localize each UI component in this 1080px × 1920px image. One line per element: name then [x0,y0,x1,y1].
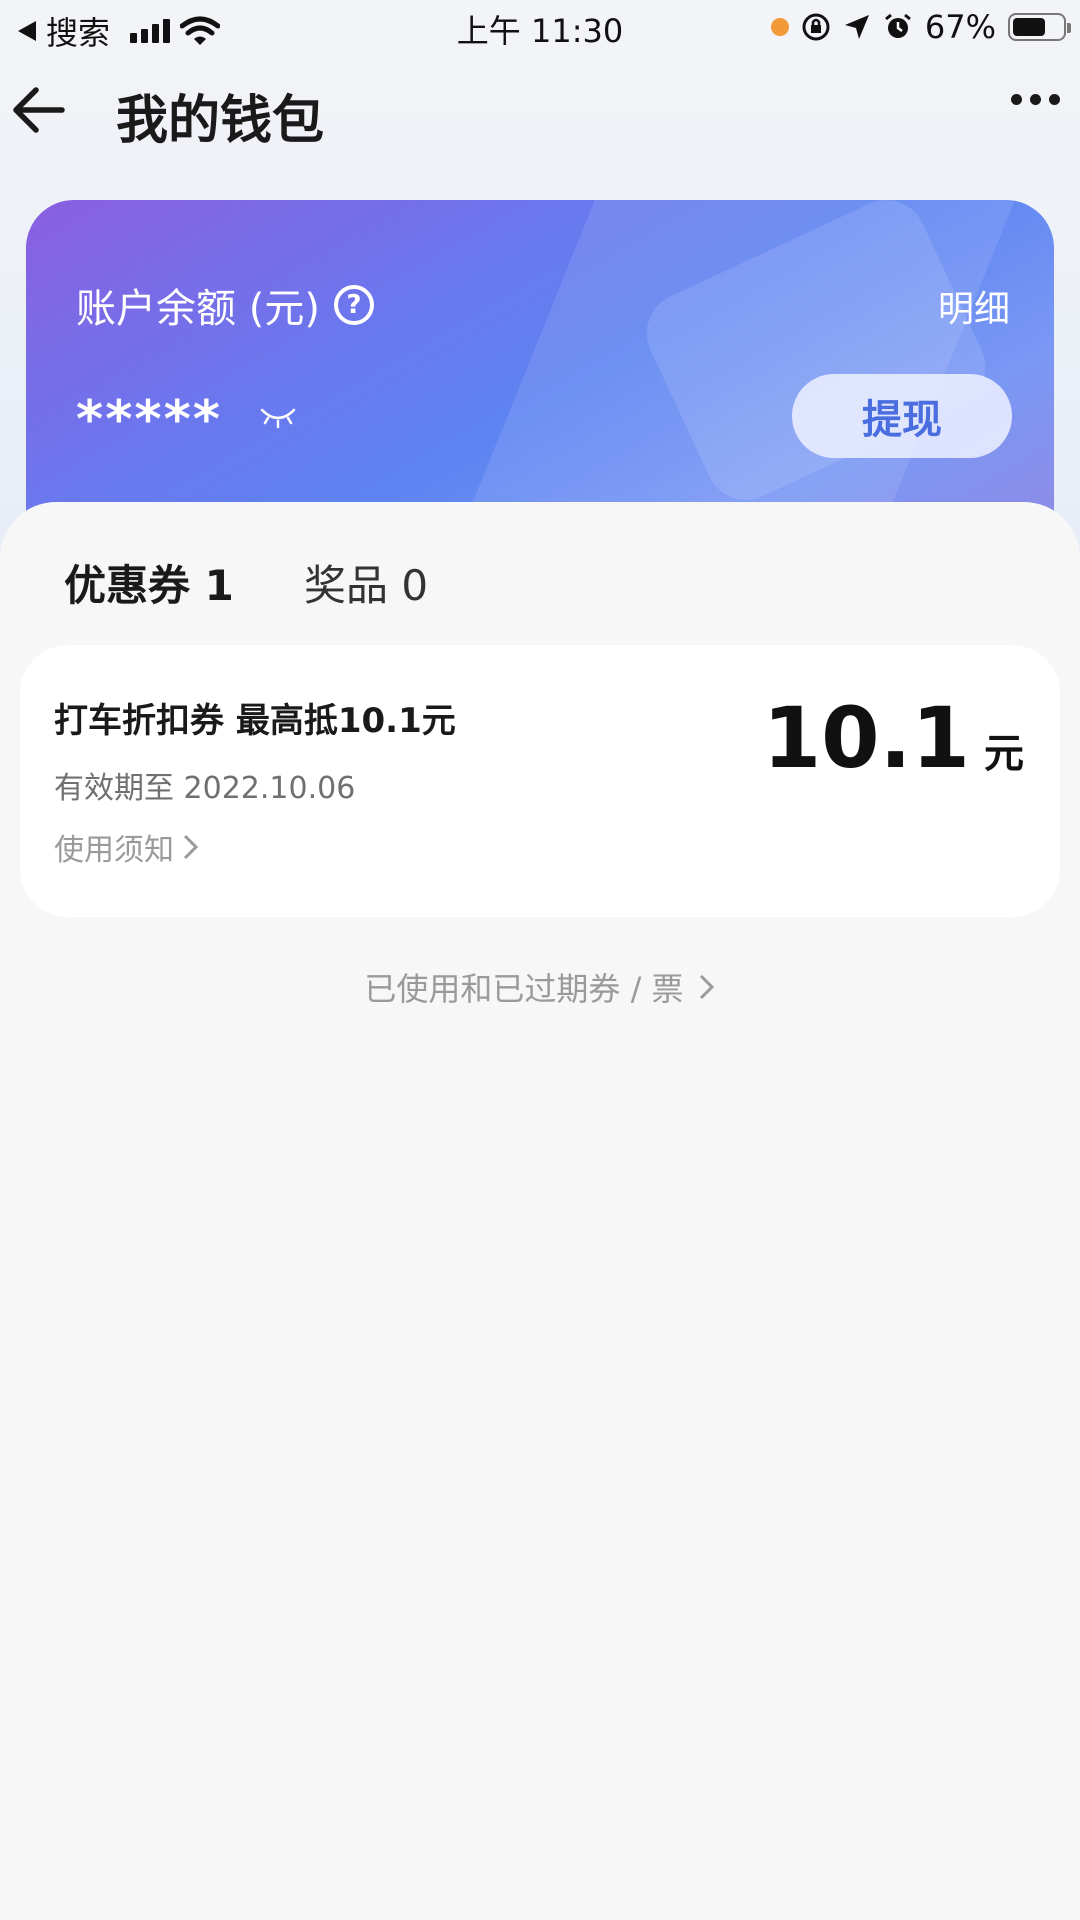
battery-icon [1008,13,1071,41]
tab-coupons[interactable]: 优惠券 1 [64,552,234,613]
chevron-right-icon [699,974,714,1000]
alarm-icon [884,13,911,38]
coupon-card[interactable]: 打车折扣券 最高抵10.1元 有效期至 2022.10.06 使用须知 10.1… [20,645,1060,917]
battery-level-fill [1013,18,1046,36]
detail-link[interactable]: 明细 [938,280,1010,332]
coupon-title: 打车折扣券 最高抵10.1元 [54,701,456,741]
rotation-lock-icon [802,13,830,41]
chevron-right-icon [183,834,199,860]
usage-notice-label: 使用须知 [54,833,174,868]
status-right: 67% [770,8,1071,46]
eye-closed-icon[interactable] [258,402,298,432]
more-options-button[interactable] [1011,94,1060,105]
page-title: 我的钱包 [116,91,325,151]
status-bar: 搜索 上午 11:30 67% [0,0,1080,54]
coupon-expiry: 有效期至 2022.10.06 [54,771,356,806]
help-icon[interactable]: ? [333,285,374,325]
header: 我的钱包 [0,70,1080,152]
balance-label-row: 账户余额 (元) ? [76,276,374,334]
location-icon [844,15,869,39]
balance-label: 账户余额 (元) [76,286,320,332]
withdraw-button[interactable]: 提现 [792,374,1012,458]
amount-value: 10.1 [762,689,970,787]
more-dot-icon [1030,94,1041,105]
tab-bar: 优惠券 1 奖品 0 [0,552,1080,680]
balance-masked-value: ***** [76,390,222,450]
content-sheet: 优惠券 1 奖品 0 打车折扣券 最高抵10.1元 有效期至 2022.10.0… [0,502,1080,1920]
back-arrow-icon[interactable] [6,76,72,142]
coupon-amount: 10.1 元 [763,689,1024,787]
tab-prizes[interactable]: 奖品 0 [304,552,428,613]
usage-notice-link[interactable]: 使用须知 [54,825,200,869]
more-dot-icon [1049,94,1060,105]
balance-card: 账户余额 (元) ? 明细 ***** 提现 [26,200,1054,530]
more-dot-icon [1011,94,1022,105]
amount-unit: 元 [984,731,1024,777]
recording-dot-icon [770,18,789,36]
battery-percent: 67% [924,8,996,46]
expired-coupons-label: 已使用和已过期券 / 票 [364,970,684,1008]
expired-coupons-link[interactable]: 已使用和已过期券 / 票 [0,964,1080,1010]
